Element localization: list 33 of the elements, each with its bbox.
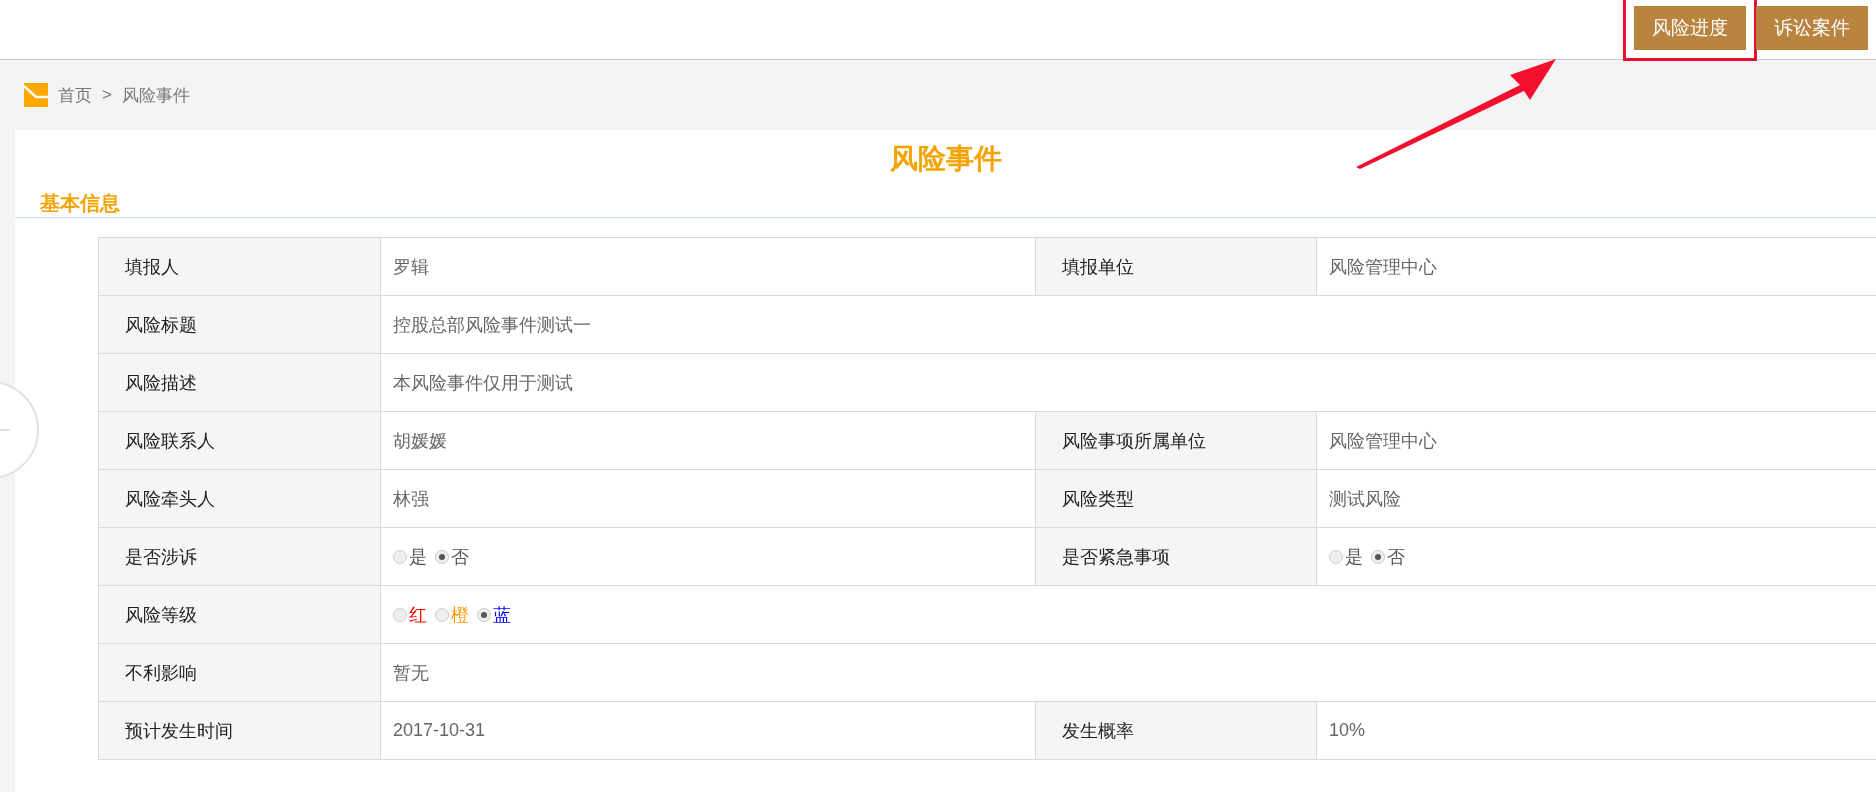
field-label: 是否涉诉: [98, 527, 381, 586]
field-label: 风险标题: [98, 295, 381, 354]
field-value: 胡媛媛: [380, 411, 1036, 470]
radio-option[interactable]: 否: [1371, 544, 1405, 569]
home-icon: [24, 83, 48, 107]
radio-option[interactable]: 红: [393, 602, 427, 627]
field-label: 风险联系人: [98, 411, 381, 470]
field-label: 风险事项所属单位: [1035, 411, 1317, 470]
field-label: 风险描述: [98, 353, 381, 412]
section-title: 基本信息: [15, 180, 1876, 218]
header-button[interactable]: 诉讼案件: [1756, 6, 1868, 50]
radio-option[interactable]: 是: [1329, 544, 1363, 569]
field-label: 填报人: [98, 237, 381, 296]
radio-option[interactable]: 是: [393, 544, 427, 569]
breadcrumb-item[interactable]: 首页: [58, 83, 92, 107]
header-button[interactable]: 风险进度: [1634, 6, 1746, 50]
field-label: 风险等级: [98, 585, 381, 644]
breadcrumb-separator: >: [102, 85, 112, 105]
field-label: 是否紧急事项: [1035, 527, 1317, 586]
field-value: 罗辑: [380, 237, 1036, 296]
page-title: 风险事件: [888, 142, 1003, 176]
field-label: 风险牵头人: [98, 469, 381, 528]
field-value: 林强: [380, 469, 1036, 528]
radio-option[interactable]: 蓝: [477, 602, 511, 627]
field-value: 风险管理中心: [1316, 237, 1876, 296]
field-label: 不利影响: [98, 643, 381, 702]
radio-option[interactable]: 否: [435, 544, 469, 569]
field-label: 填报单位: [1035, 237, 1317, 296]
field-label: 预计发生时间: [98, 701, 381, 760]
field-label: 发生概率: [1035, 701, 1317, 760]
breadcrumb-item[interactable]: 风险事件: [121, 83, 190, 107]
field-label: 风险类型: [1035, 469, 1317, 528]
field-value: 2017-10-31: [380, 701, 1036, 760]
